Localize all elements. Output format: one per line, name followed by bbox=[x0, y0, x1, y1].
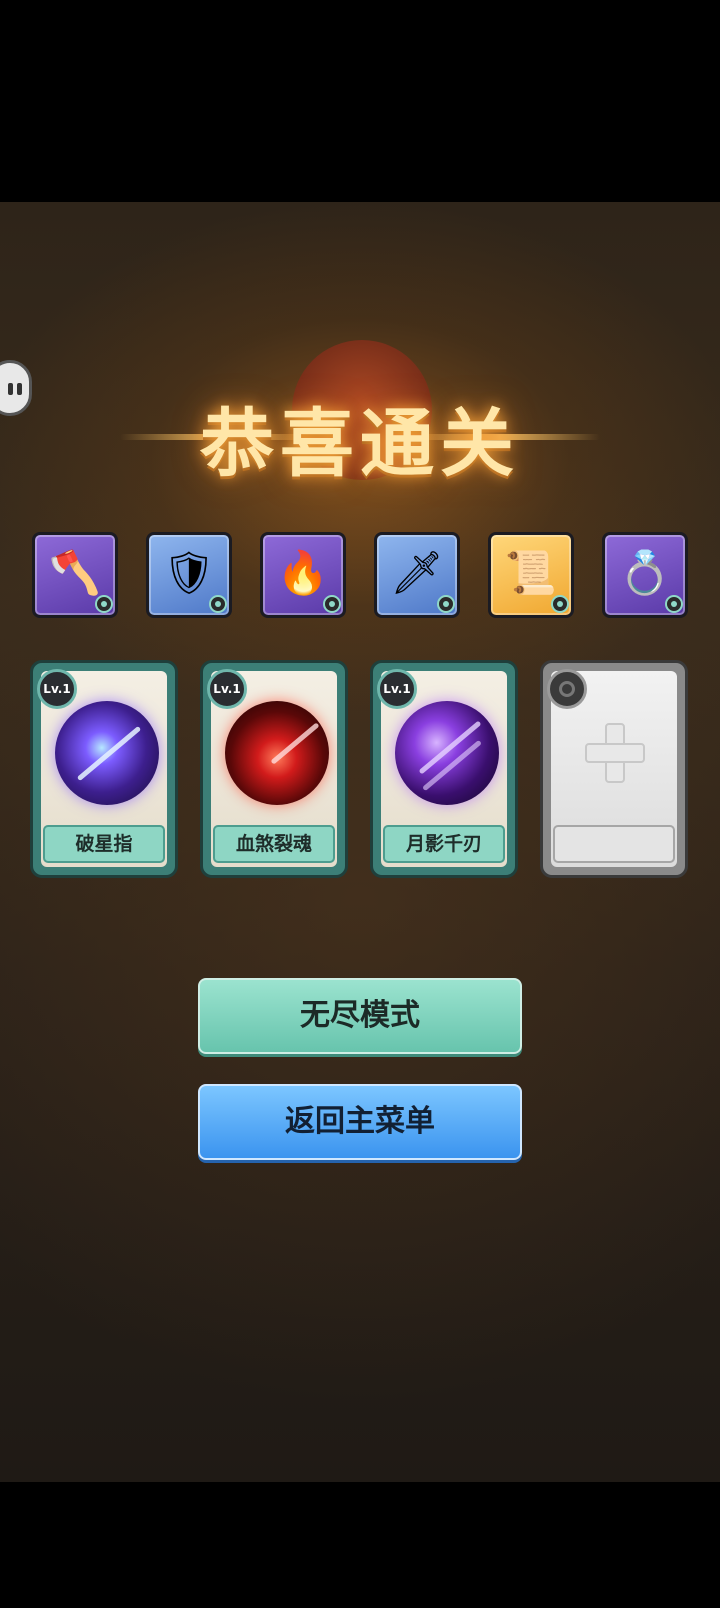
status-bar-area bbox=[0, 0, 720, 202]
flame-gauntlet-icon: 🔥 bbox=[276, 548, 330, 597]
skill-streak bbox=[76, 725, 142, 782]
blood-burst-skill-icon bbox=[225, 701, 329, 805]
swirl-badge-icon bbox=[209, 595, 227, 613]
skill-card-empty[interactable] bbox=[540, 660, 688, 878]
return-main-menu-button[interactable]: 返回主菜单 bbox=[198, 1084, 522, 1160]
item-slot-3[interactable]: 🔥 bbox=[260, 532, 346, 618]
skill-card-3[interactable]: Lv.1 月影千刃 bbox=[370, 660, 518, 878]
swirl-badge-icon bbox=[95, 595, 113, 613]
level-badge: Lv.1 bbox=[37, 669, 77, 709]
item-slot-4[interactable]: 🗡 bbox=[374, 532, 460, 618]
golden-axe-icon: 🪓 bbox=[48, 548, 102, 597]
skill-name: 月影千刃 bbox=[383, 825, 505, 863]
pause-icon-bar bbox=[17, 383, 22, 395]
pause-icon bbox=[8, 383, 13, 395]
swirl-badge-icon bbox=[323, 595, 341, 613]
moon-blades-skill-icon bbox=[395, 701, 499, 805]
item-slot-6[interactable]: 💍 bbox=[602, 532, 688, 618]
skill-name: 血煞裂魂 bbox=[213, 825, 335, 863]
item-slot-5[interactable]: 📜 bbox=[488, 532, 574, 618]
pause-button[interactable] bbox=[0, 360, 32, 416]
navigation-bar-area bbox=[0, 1482, 720, 1608]
skill-card-2[interactable]: Lv.1 血煞裂魂 bbox=[200, 660, 348, 878]
dark-ring-icon: 💍 bbox=[618, 548, 672, 597]
swirl-badge-icon bbox=[437, 595, 455, 613]
star-strike-skill-icon bbox=[55, 701, 159, 805]
page-title: 恭喜通关 bbox=[200, 401, 520, 487]
plus-icon bbox=[585, 723, 645, 783]
empty-name-plate bbox=[553, 825, 675, 863]
level-badge: Lv.1 bbox=[377, 669, 417, 709]
swirl-badge-icon bbox=[665, 595, 683, 613]
swirl-lock-icon bbox=[547, 669, 587, 709]
item-slot-2[interactable]: 🛡 bbox=[146, 532, 232, 618]
scroll-map-icon: 📜 bbox=[504, 548, 558, 597]
claw-blade-icon: 🗡 bbox=[390, 548, 444, 597]
skill-name: 破星指 bbox=[43, 825, 165, 863]
item-slot-1[interactable]: 🪓 bbox=[32, 532, 118, 618]
ice-armor-icon: 🛡 bbox=[162, 548, 216, 597]
endless-mode-button[interactable]: 无尽模式 bbox=[198, 978, 522, 1054]
swirl-badge-icon bbox=[551, 595, 569, 613]
skill-streak bbox=[270, 722, 320, 765]
level-badge: Lv.1 bbox=[207, 669, 247, 709]
victory-screen: 恭喜通关 🪓 🛡 🔥 🗡 📜 💍 Lv.1 破星指 Lv.1 血煞裂魂 Lv.1… bbox=[0, 202, 720, 1482]
skill-card-1[interactable]: Lv.1 破星指 bbox=[30, 660, 178, 878]
